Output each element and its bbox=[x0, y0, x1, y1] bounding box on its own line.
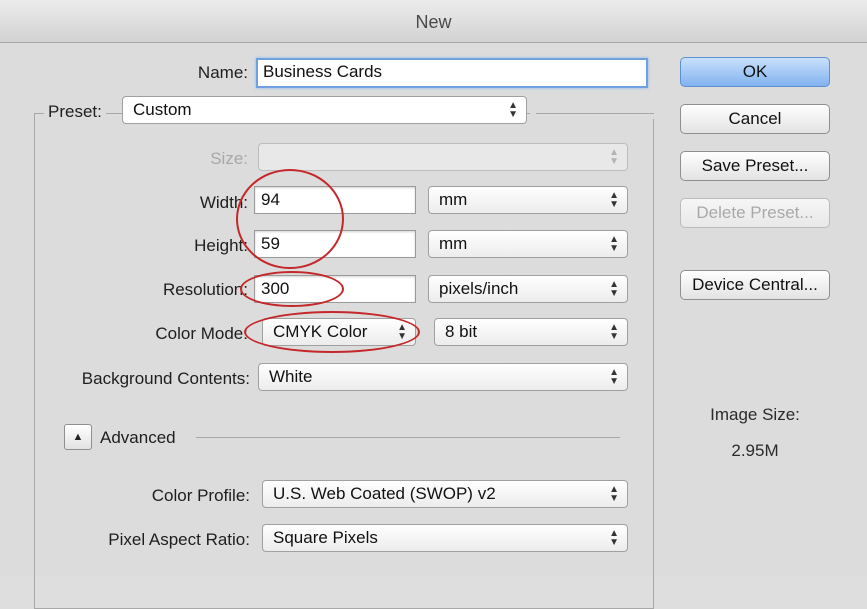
background-label: Background Contents: bbox=[81, 369, 250, 388]
color-profile-select[interactable]: U.S. Web Coated (SWOP) v2 ▲ ▼ bbox=[262, 480, 628, 508]
select-arrows-icon: ▲ ▼ bbox=[508, 100, 518, 120]
new-document-dialog: Name: Business Cards Preset: Custom ▲ ▼ S… bbox=[0, 43, 867, 609]
save-preset-button[interactable]: Save Preset... bbox=[680, 151, 830, 181]
image-size-value: 2.95M bbox=[731, 441, 779, 460]
image-size-label: Image Size: bbox=[710, 405, 800, 424]
color-mode-value: CMYK Color bbox=[273, 322, 368, 341]
advanced-disclosure-button[interactable]: ▲ bbox=[64, 424, 92, 450]
pixel-aspect-value: Square Pixels bbox=[273, 528, 378, 547]
preset-label: Preset: bbox=[44, 102, 106, 122]
advanced-separator bbox=[196, 437, 620, 438]
height-input[interactable]: 59 bbox=[254, 230, 416, 258]
ok-button[interactable]: OK bbox=[680, 57, 830, 87]
pixel-aspect-select[interactable]: Square Pixels ▲ ▼ bbox=[262, 524, 628, 552]
background-value: White bbox=[269, 367, 313, 386]
size-select: ▲ ▼ bbox=[258, 143, 628, 171]
preset-value: Custom bbox=[133, 100, 192, 119]
select-arrows-icon: ▲ ▼ bbox=[609, 190, 619, 210]
window-title-bar: New bbox=[0, 0, 867, 43]
group-border-gap bbox=[530, 103, 658, 119]
select-arrows-icon: ▲ ▼ bbox=[609, 234, 619, 254]
select-arrows-icon: ▲ ▼ bbox=[609, 528, 619, 548]
select-arrows-icon: ▲ ▼ bbox=[609, 279, 619, 299]
width-label: Width: bbox=[199, 193, 248, 212]
height-unit-value: mm bbox=[439, 234, 468, 253]
resolution-label: Resolution: bbox=[162, 280, 248, 299]
color-profile-value: U.S. Web Coated (SWOP) v2 bbox=[273, 484, 496, 503]
cancel-button[interactable]: Cancel bbox=[680, 104, 830, 134]
width-input[interactable]: 94 bbox=[254, 186, 416, 214]
delete-preset-button: Delete Preset... bbox=[680, 198, 830, 228]
device-central-button[interactable]: Device Central... bbox=[680, 270, 830, 300]
bit-depth-value: 8 bit bbox=[445, 322, 478, 341]
width-unit-value: mm bbox=[439, 190, 468, 209]
bit-depth-select[interactable]: 8 bit ▲ ▼ bbox=[434, 318, 628, 346]
height-unit-select[interactable]: mm ▲ ▼ bbox=[428, 230, 628, 258]
select-arrows-icon: ▲ ▼ bbox=[397, 322, 407, 342]
name-input[interactable]: Business Cards bbox=[256, 58, 648, 88]
size-label: Size: bbox=[210, 149, 248, 168]
advanced-label: Advanced bbox=[100, 428, 176, 447]
name-label: Name: bbox=[197, 63, 248, 82]
resolution-unit-value: pixels/inch bbox=[439, 279, 519, 298]
width-unit-select[interactable]: mm ▲ ▼ bbox=[428, 186, 628, 214]
select-arrows-icon: ▲ ▼ bbox=[609, 147, 619, 167]
group-top-border bbox=[536, 113, 654, 114]
window-title: New bbox=[415, 12, 452, 32]
resolution-input[interactable]: 300 bbox=[254, 275, 416, 303]
background-select[interactable]: White ▲ ▼ bbox=[258, 363, 628, 391]
color-mode-select[interactable]: CMYK Color ▲ ▼ bbox=[262, 318, 416, 346]
triangle-up-icon: ▲ bbox=[72, 431, 84, 443]
resolution-unit-select[interactable]: pixels/inch ▲ ▼ bbox=[428, 275, 628, 303]
select-arrows-icon: ▲ ▼ bbox=[609, 322, 619, 342]
select-arrows-icon: ▲ ▼ bbox=[609, 484, 619, 504]
pixel-aspect-label: Pixel Aspect Ratio: bbox=[108, 530, 250, 549]
color-profile-label: Color Profile: bbox=[151, 486, 250, 505]
preset-select[interactable]: Custom ▲ ▼ bbox=[122, 96, 527, 124]
color-mode-label: Color Mode: bbox=[155, 324, 248, 343]
select-arrows-icon: ▲ ▼ bbox=[609, 367, 619, 387]
height-label: Height: bbox=[194, 236, 248, 255]
